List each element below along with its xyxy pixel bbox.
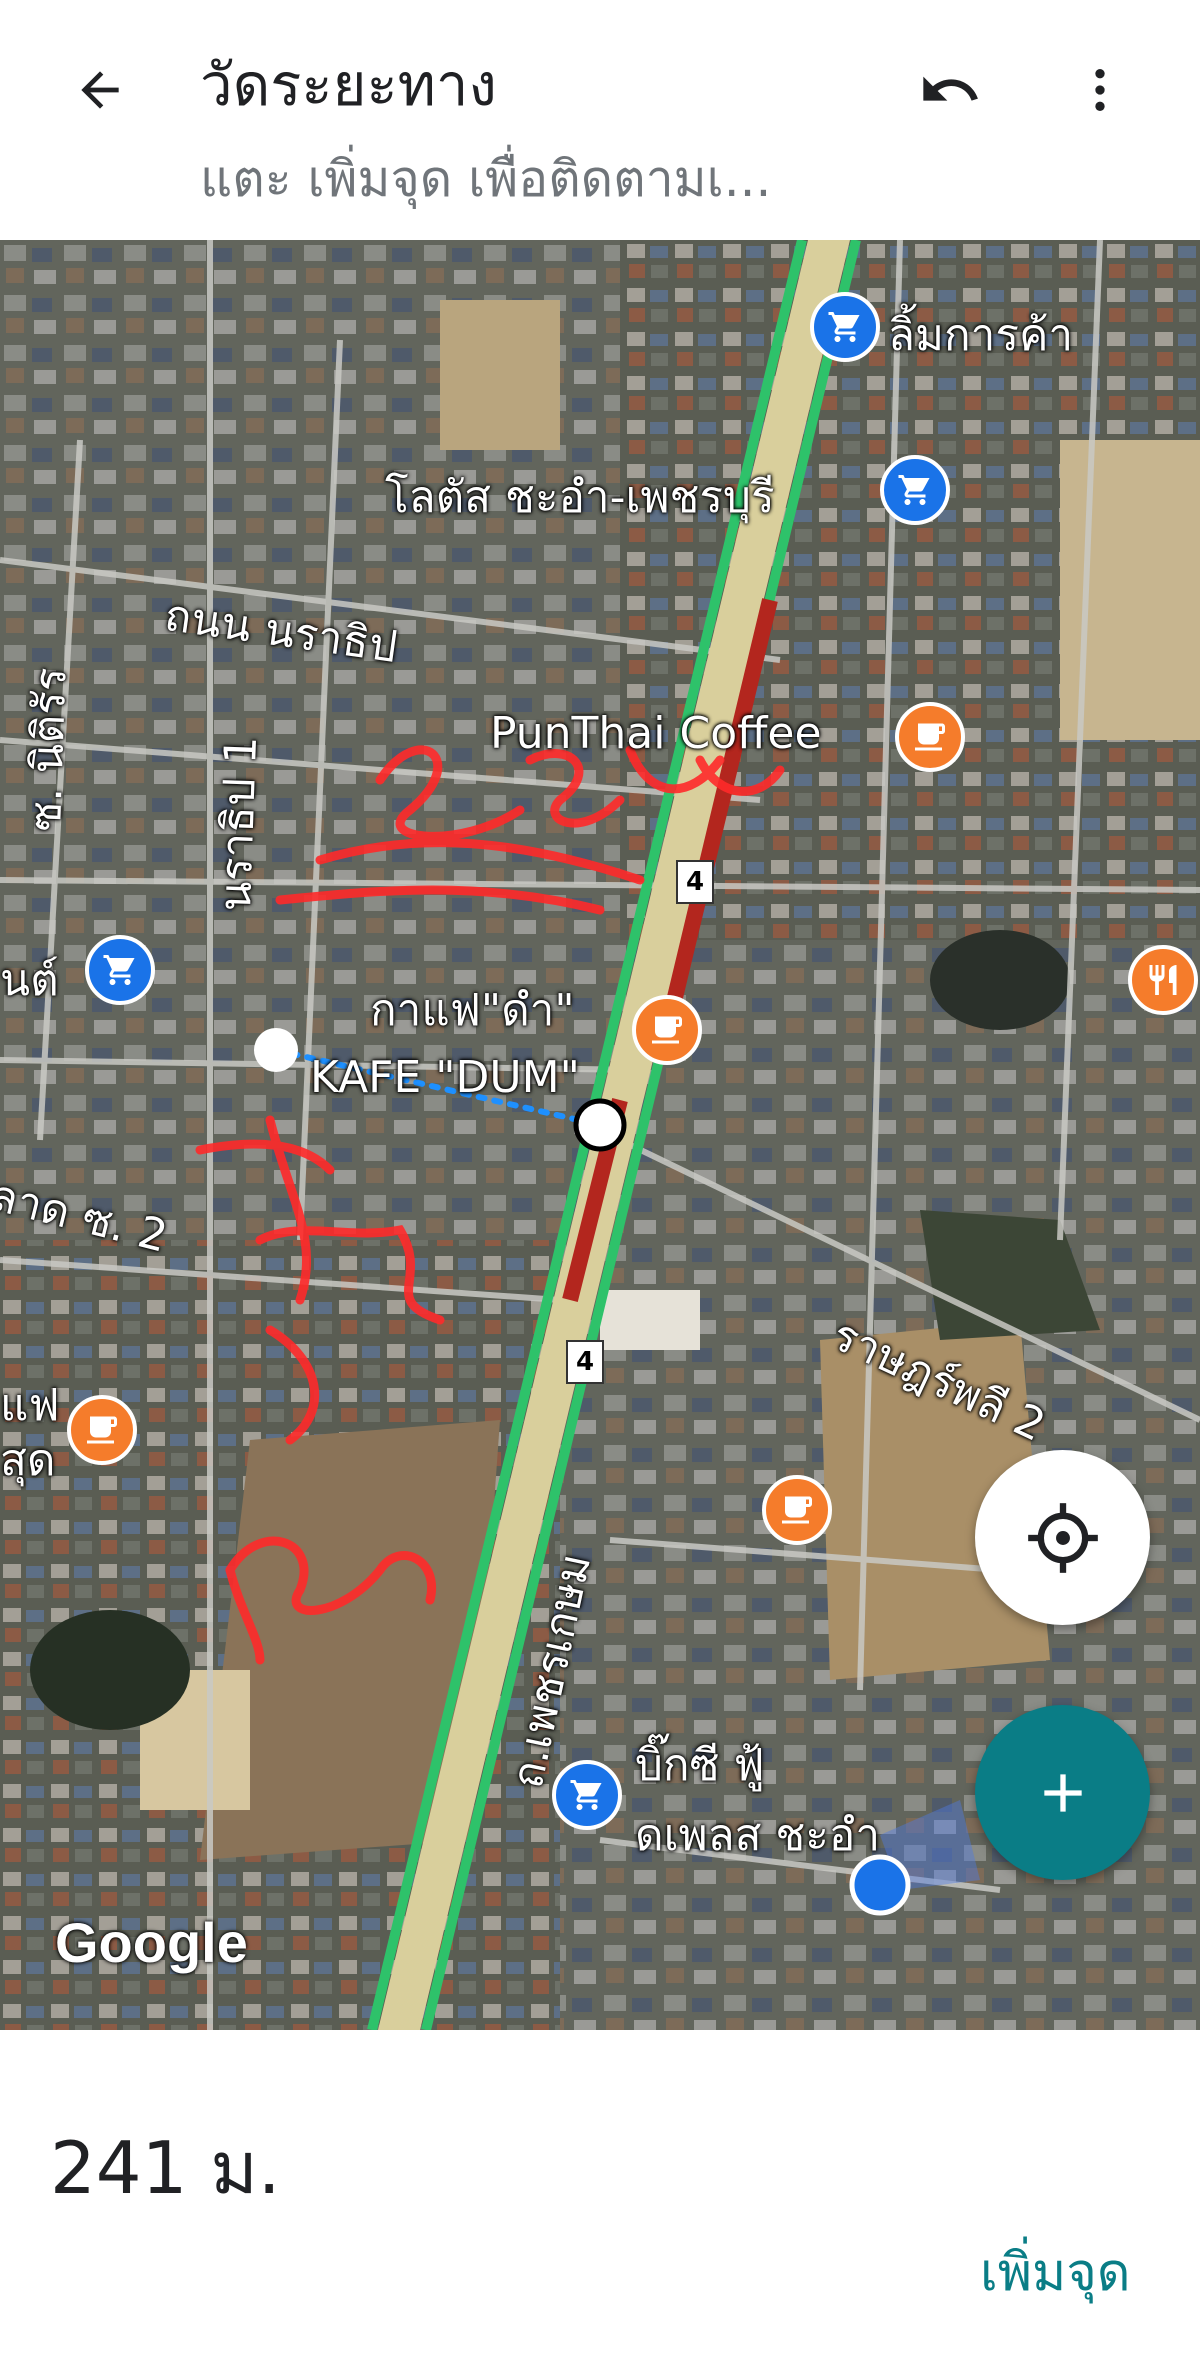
page-subtitle: แตะ เพิ่มจุด เพื่อติดตามเ...: [200, 150, 772, 208]
plus-icon: [1043, 1773, 1082, 1812]
label-punthai: PunThai Coffee: [490, 708, 822, 759]
add-point-button[interactable]: เพิ่มจุด: [980, 2230, 1131, 2313]
bottom-panel: 241 ม. เพิ่มจุด: [0, 2030, 1200, 2366]
cart-icon: [103, 955, 135, 985]
fork-knife-icon: [1149, 965, 1177, 995]
coffee-cup-icon: [87, 1416, 117, 1444]
crosshair-icon: [1027, 1502, 1098, 1573]
label-bigc-2: ดเพลส ชะอำ: [635, 1810, 881, 1861]
arrow-back-icon: [81, 71, 119, 109]
my-location-button[interactable]: [975, 1450, 1150, 1625]
label-bigc-1: บิ๊กซี ฟู้: [635, 1740, 765, 1791]
cafe-pin-left[interactable]: [67, 1395, 137, 1465]
coffee-cup-icon: [782, 1496, 812, 1524]
cart-icon: [828, 312, 860, 342]
coffee-cup-icon: [652, 1016, 682, 1044]
label-lotus: โลตัส ชะอำ-เพชรบุรี: [385, 472, 775, 523]
more-options-button[interactable]: [1060, 50, 1140, 130]
shop-pin-left[interactable]: [85, 935, 155, 1005]
cart-icon: [898, 475, 930, 505]
more-vert-icon: [1095, 69, 1105, 111]
undo-button[interactable]: [905, 50, 995, 130]
add-point-fab[interactable]: [975, 1705, 1150, 1880]
label-cafe-dam: กาแฟ"ดำ": [370, 985, 575, 1036]
cafe-pin-dum[interactable]: [632, 995, 702, 1065]
route-shield: 4: [566, 1340, 604, 1384]
cafe-pin-center[interactable]: [762, 1475, 832, 1545]
cart-icon: [570, 1780, 602, 1810]
shop-pin-limkarnka[interactable]: [810, 292, 880, 362]
label-narathip1: นราธิป 1: [209, 735, 268, 913]
cafe-pin-punthai[interactable]: [895, 702, 965, 772]
label-limkarnka: ลิ้มการค้า: [888, 310, 1074, 361]
label-kafe-dum: KAFE "DUM": [310, 1052, 580, 1103]
shop-pin-lotus[interactable]: [880, 455, 950, 525]
label-left-cafe-2: สุด: [0, 1435, 56, 1486]
route-shield: 4: [676, 860, 714, 904]
restaurant-pin[interactable]: [1128, 945, 1198, 1015]
app-header: วัดระยะทาง แตะ เพิ่มจุด เพื่อติดตามเ...: [0, 0, 1200, 240]
distance-readout: 241 ม.: [50, 2126, 281, 2210]
back-button[interactable]: [60, 50, 140, 130]
page-title: วัดระยะทาง: [200, 51, 497, 119]
undo-icon: [923, 76, 978, 101]
label-nitirat: ซ. นิติรัร: [19, 666, 77, 833]
google-logo: Google: [55, 1911, 248, 1974]
coffee-cup-icon: [915, 723, 945, 751]
label-left-shop: นต์: [0, 955, 59, 1006]
